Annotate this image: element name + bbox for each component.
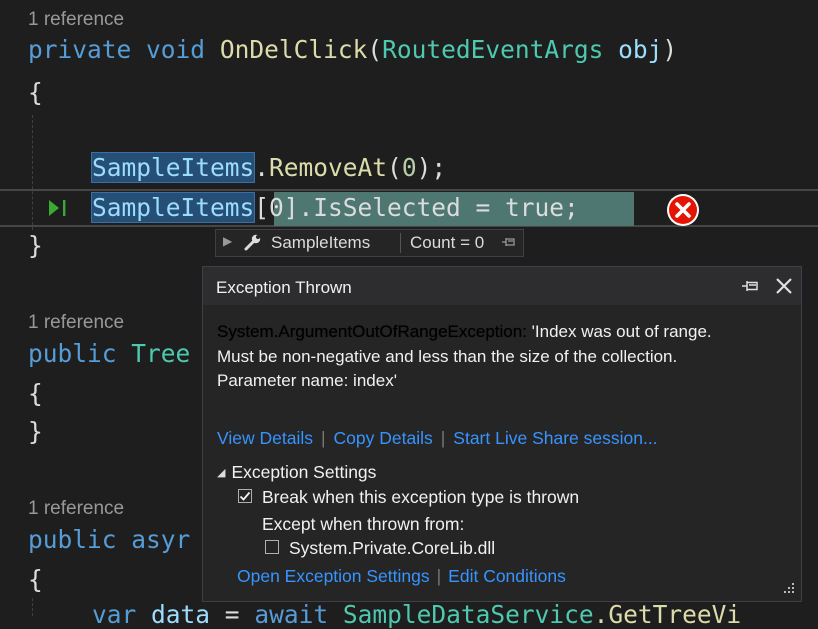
exception-message: System.ArgumentOutOfRangeException: 'Ind… (217, 320, 787, 394)
method-call: RemoveAt (269, 153, 388, 182)
method-call: .GetTreeVi (593, 600, 742, 629)
checkmark-icon (239, 491, 251, 501)
corelib-checkbox[interactable] (265, 540, 279, 554)
brace: } (28, 231, 43, 260)
code-line-current: SampleItems[0].IsSelected = true; (90, 192, 579, 223)
keyword: private (28, 35, 132, 64)
highlighted-identifier: SampleItems (90, 152, 256, 183)
message-text: Parameter name: index' (217, 371, 397, 390)
popup-title: Exception Thrown (216, 278, 352, 297)
keyword: await (254, 600, 329, 629)
exception-helper-popup[interactable]: Exception Thrown System.ArgumentOutOfRan… (202, 266, 802, 602)
datatip[interactable]: ▶ SampleItems Count = 0 (215, 229, 524, 257)
paren: ( (387, 153, 402, 182)
section-label: Exception Settings (231, 462, 377, 482)
exception-settings-header[interactable]: ◢ Exception Settings (217, 462, 376, 483)
datatip-variable-name: SampleItems (271, 233, 371, 252)
keyword: var (92, 600, 137, 629)
break-when-thrown-label[interactable]: Break when this exception type is thrown (262, 487, 579, 508)
open-exception-settings-link[interactable]: Open Exception Settings (237, 566, 430, 586)
type-name: Tree (131, 339, 191, 368)
paren: ( (367, 35, 383, 64)
dot: . (254, 153, 270, 182)
collapse-triangle-icon[interactable]: ◢ (217, 466, 225, 479)
datatip-value[interactable]: Count = 0 (410, 233, 484, 253)
indent-guide (32, 598, 33, 616)
except-when-label: Except when thrown from: (262, 514, 465, 534)
edit-conditions-link[interactable]: Edit Conditions (448, 566, 566, 586)
pin-icon[interactable] (501, 236, 517, 248)
codelens-references[interactable]: 1 reference (28, 312, 124, 334)
live-share-link[interactable]: Start Live Share session... (453, 428, 657, 448)
brace: } (28, 417, 43, 446)
error-icon[interactable] (666, 193, 700, 227)
message-text: Must be non-negative and less than the s… (217, 346, 678, 366)
bottom-links: Open Exception Settings | Edit Conditions (237, 566, 566, 587)
divider: | (436, 566, 442, 586)
keyword: void (146, 35, 206, 64)
copy-details-link[interactable]: Copy Details (334, 428, 433, 448)
brace: { (28, 78, 43, 107)
paren: ) (662, 35, 678, 64)
codelens-references[interactable]: 1 reference (28, 498, 124, 520)
paren: ); (416, 153, 447, 182)
operator: = (210, 600, 255, 629)
wrench-icon (244, 234, 261, 251)
exception-type: System.ArgumentOutOfRangeException: (217, 322, 527, 341)
close-icon[interactable] (774, 276, 794, 296)
number-literal: 0 (401, 153, 417, 182)
keyword: public (28, 525, 117, 554)
divider (400, 233, 401, 253)
brace: { (28, 379, 43, 408)
pin-icon[interactable] (741, 279, 761, 293)
message-text: 'Index was out of range. (526, 322, 712, 341)
popup-header: Exception Thrown (203, 267, 801, 305)
statement-rest: [0].IsSelected = true; (254, 193, 579, 222)
resize-grip-icon[interactable] (781, 581, 795, 595)
method-signature: public asyr (28, 525, 191, 554)
current-statement-arrow-icon[interactable] (47, 198, 71, 218)
brace: { (28, 565, 43, 594)
codelens-references[interactable]: 1 reference (28, 9, 124, 31)
code-line-remove: SampleItems.RemoveAt(0); (90, 152, 447, 183)
divider: | (440, 428, 446, 448)
corelib-label[interactable]: System.Private.CoreLib.dll (289, 538, 495, 559)
param-name: obj (618, 35, 663, 64)
keyword: public (28, 339, 117, 368)
method-signature: private void OnDelClick(RoutedEventArgs … (28, 35, 678, 64)
method-name: OnDelClick (219, 35, 368, 64)
view-details-link[interactable]: View Details (217, 428, 313, 448)
param-type: RoutedEventArgs (382, 35, 604, 64)
type-name: SampleDataService (342, 600, 594, 629)
highlighted-identifier: SampleItems (90, 192, 256, 223)
keyword: asyr (131, 525, 191, 554)
code-line-partial: var data = await SampleDataService.GetTr… (92, 600, 742, 629)
variable: data (151, 600, 211, 629)
divider: | (320, 428, 326, 448)
break-when-thrown-checkbox[interactable] (238, 489, 252, 503)
action-links: View Details | Copy Details | Start Live Sha… (217, 428, 658, 449)
expand-arrow-icon[interactable]: ▶ (223, 234, 232, 248)
method-signature: public Tree (28, 339, 191, 368)
